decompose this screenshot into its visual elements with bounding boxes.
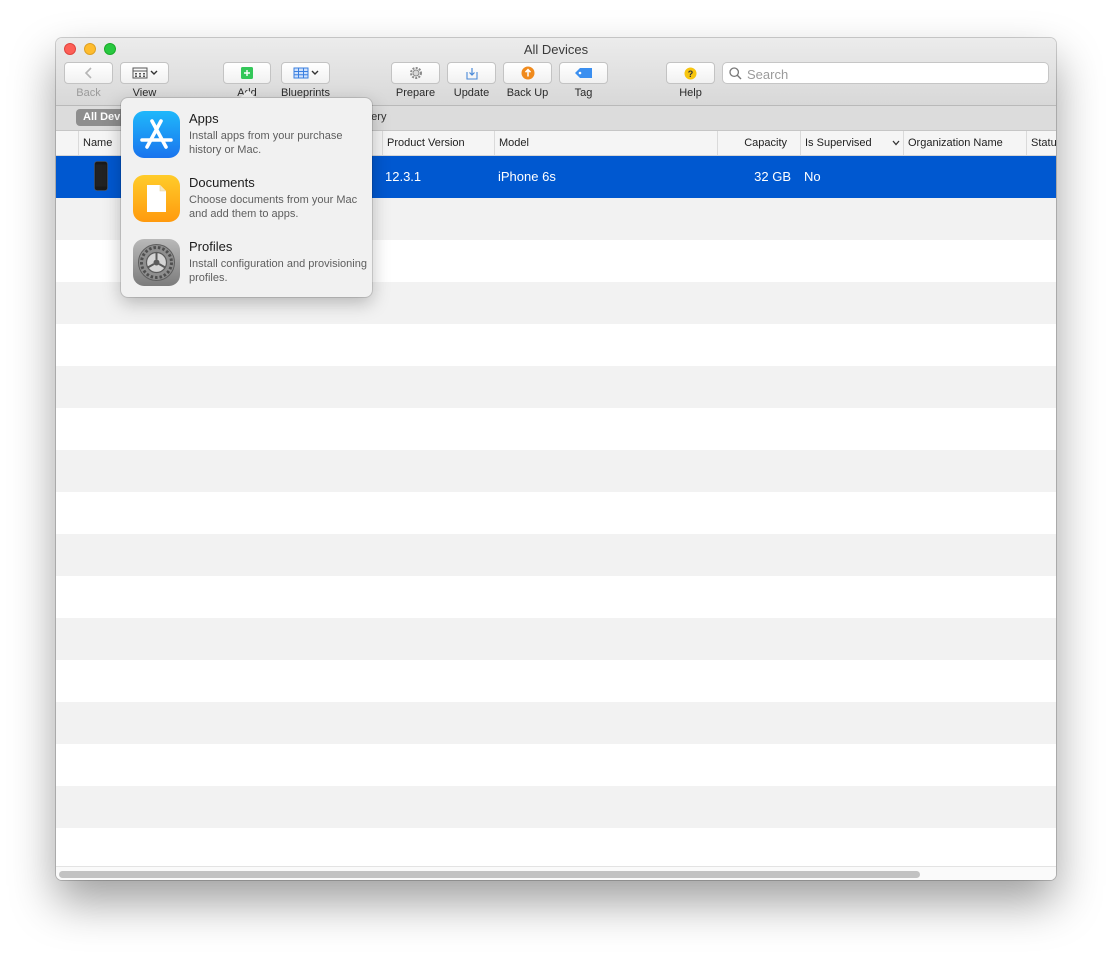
empty-row [56, 786, 1056, 828]
scrollbar-thumb[interactable] [59, 871, 920, 878]
menu-item-profiles-description: Install configuration and provisioning p… [189, 258, 367, 284]
empty-row [56, 408, 1056, 450]
prepare-label: Prepare [395, 87, 436, 99]
menu-item-documents[interactable]: Documents Choose documents from your Mac… [133, 175, 363, 229]
empty-row [56, 744, 1056, 786]
settings-gear-icon [133, 239, 180, 286]
menu-item-profiles-title: Profiles [189, 239, 233, 254]
help-label: Help [679, 87, 702, 99]
back-button[interactable] [64, 62, 113, 84]
menu-item-documents-title: Documents [189, 175, 255, 190]
prepare-button[interactable] [391, 62, 440, 84]
column-header-product-version[interactable]: Product Version [382, 131, 496, 155]
empty-row [56, 492, 1056, 534]
add-button[interactable] [223, 62, 271, 84]
empty-row [56, 324, 1056, 366]
iphone-device-icon [94, 161, 108, 191]
search-field[interactable] [722, 62, 1049, 84]
chevron-down-icon [892, 140, 900, 146]
backup-arrow-icon [521, 66, 534, 80]
cell-capacity: 32 GB [754, 169, 791, 184]
empty-row [56, 576, 1056, 618]
column-header-is-supervised[interactable]: Is Supervised [800, 131, 904, 155]
column-header-capacity[interactable]: Capacity [717, 131, 801, 155]
tag-button[interactable] [559, 62, 608, 84]
search-input[interactable] [745, 64, 1039, 84]
cell-is-supervised: No [804, 169, 821, 184]
tag-label: Tag [574, 87, 593, 99]
window-title: All Devices [523, 42, 589, 57]
column-header-model[interactable]: Model [494, 131, 718, 155]
menu-item-profiles[interactable]: Profiles Install configuration and provi… [133, 239, 367, 293]
menu-item-apps-title: Apps [189, 111, 219, 126]
cell-model: iPhone 6s [498, 169, 556, 184]
filter-all-devices[interactable]: All Devices [76, 109, 126, 126]
empty-row [56, 450, 1056, 492]
is-supervised-label: Is Supervised [805, 137, 872, 149]
empty-row [56, 534, 1056, 576]
view-button[interactable] [120, 62, 169, 84]
download-tray-icon [465, 67, 478, 80]
empty-row [56, 702, 1056, 744]
column-header-organization-name[interactable]: Organization Name [903, 131, 1027, 155]
app-store-icon [133, 111, 180, 158]
popover-arrow [240, 90, 256, 98]
empty-row [56, 366, 1056, 408]
menu-item-apps-description: Install apps from your purchase history … [189, 130, 343, 156]
column-header-status[interactable]: Status [1026, 131, 1056, 155]
search-icon [729, 67, 742, 80]
update-button[interactable] [447, 62, 496, 84]
menu-item-documents-description: Choose documents from your Mac and add t… [189, 194, 358, 220]
plus-square-icon [241, 67, 253, 79]
empty-row [56, 660, 1056, 702]
help-question-icon: ? [684, 67, 697, 79]
cell-product-version: 12.3.1 [385, 169, 422, 184]
add-popover-menu: Apps Install apps from your purchase his… [121, 98, 372, 297]
update-label: Update [453, 87, 490, 99]
backup-button[interactable] [503, 62, 552, 84]
menu-item-apps[interactable]: Apps Install apps from your purchase his… [133, 111, 363, 165]
toolbar: All Devices Back View Add Blueprints Pre… [56, 38, 1056, 106]
back-label: Back [76, 87, 101, 99]
blueprints-button[interactable] [281, 62, 330, 84]
gear-icon [409, 67, 422, 79]
blueprint-grid-icon [293, 67, 318, 79]
document-icon [133, 175, 180, 222]
empty-row [56, 618, 1056, 660]
chevron-left-icon [84, 67, 92, 79]
horizontal-scrollbar[interactable] [56, 866, 1056, 880]
svg-text:?: ? [688, 69, 694, 79]
help-button[interactable]: ? [666, 62, 715, 84]
tag-icon [574, 68, 592, 78]
calendar-grid-icon [132, 67, 157, 79]
empty-row [56, 828, 1056, 866]
backup-label: Back Up [506, 87, 549, 99]
